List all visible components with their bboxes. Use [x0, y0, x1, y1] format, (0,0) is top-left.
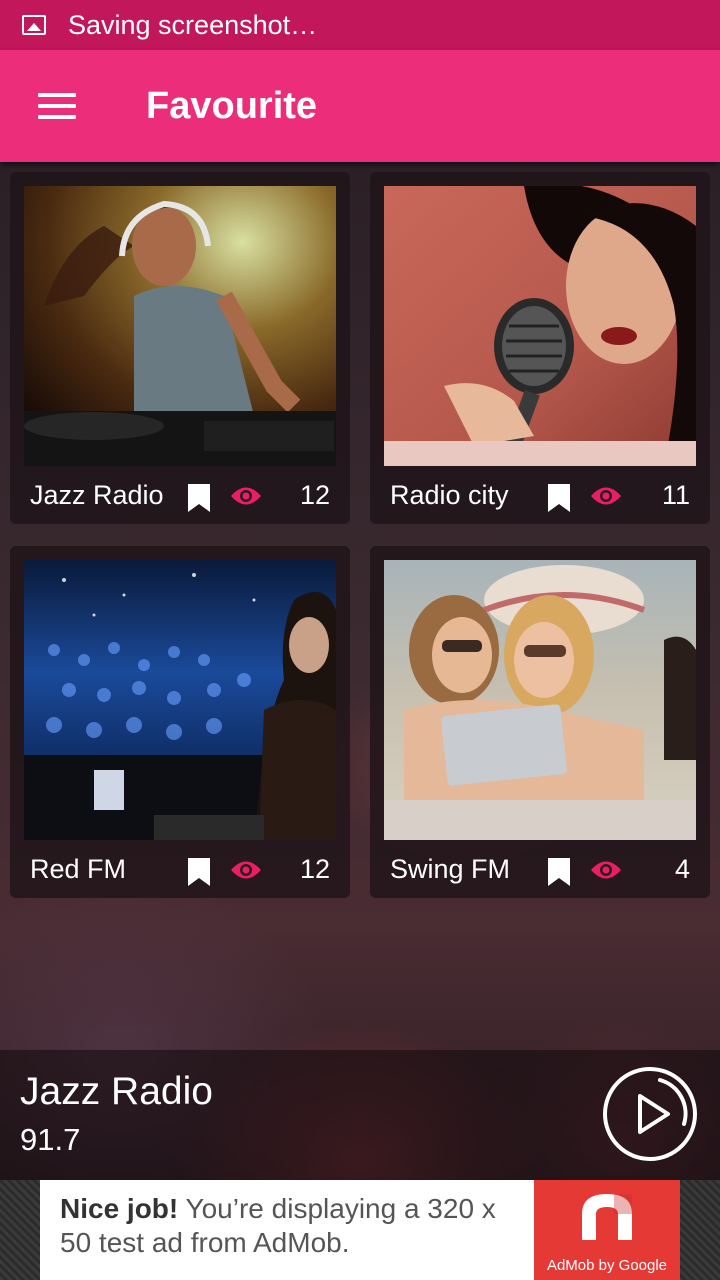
page-title: Favourite [146, 84, 318, 127]
status-text: Saving screenshot… [68, 9, 318, 40]
app-bar: Favourite [0, 50, 720, 162]
bookmark-icon[interactable] [186, 482, 212, 514]
station-thumbnail [24, 560, 336, 840]
ad-logo-caption: AdMob by Google [546, 1257, 668, 1274]
station-thumbnail [384, 186, 696, 466]
station-card-red-fm[interactable]: Red FM 12 [10, 546, 350, 898]
ad-text: Nice job! You’re displaying a 320 x 50 t… [40, 1180, 534, 1280]
view-count: 4 [674, 853, 690, 884]
station-name: Jazz Radio [30, 479, 164, 510]
view-count: 11 [661, 479, 690, 510]
station-card-radio-city[interactable]: Radio city 11 [370, 172, 710, 524]
admob-icon [582, 1194, 632, 1240]
bookmark-icon[interactable] [546, 482, 572, 514]
eye-icon [591, 861, 621, 879]
play-button[interactable] [602, 1066, 698, 1162]
station-thumbnail [24, 186, 336, 466]
station-name: Swing FM [390, 853, 511, 884]
ad-banner: Nice job! You’re displaying a 320 x 50 t… [0, 1180, 720, 1280]
eye-icon [231, 861, 261, 879]
card-footer: Red FM 12 [10, 840, 350, 898]
eye-icon [591, 487, 621, 505]
card-footer: Swing FM 4 [370, 840, 710, 898]
station-thumbnail [384, 560, 696, 840]
play-icon [638, 1094, 670, 1134]
now-playing-title: Jazz Radio [20, 1070, 213, 1113]
card-footer: Jazz Radio 12 [10, 466, 350, 524]
view-count: 12 [299, 479, 330, 510]
bookmark-icon[interactable] [186, 856, 212, 888]
station-name: Red FM [30, 853, 127, 884]
admob-logo: AdMob by Google [534, 1180, 680, 1280]
now-playing-bar[interactable]: Jazz Radio 91.7 [0, 1050, 720, 1180]
status-bar: Saving screenshot… [0, 0, 720, 50]
station-card-jazz-radio[interactable]: Jazz Radio 12 [10, 172, 350, 524]
test-ad[interactable]: Nice job! You’re displaying a 320 x 50 t… [40, 1180, 680, 1280]
station-card-swing-fm[interactable]: Swing FM 4 [370, 546, 710, 898]
bookmark-icon[interactable] [546, 856, 572, 888]
ad-headline: Nice job! [60, 1193, 179, 1224]
image-icon [22, 15, 46, 35]
view-count: 12 [299, 853, 330, 884]
card-footer: Radio city 11 [370, 466, 710, 524]
now-playing-frequency: 91.7 [20, 1122, 81, 1157]
hamburger-menu-icon[interactable] [38, 93, 76, 119]
station-name: Radio city [390, 479, 509, 510]
eye-icon [231, 487, 261, 505]
